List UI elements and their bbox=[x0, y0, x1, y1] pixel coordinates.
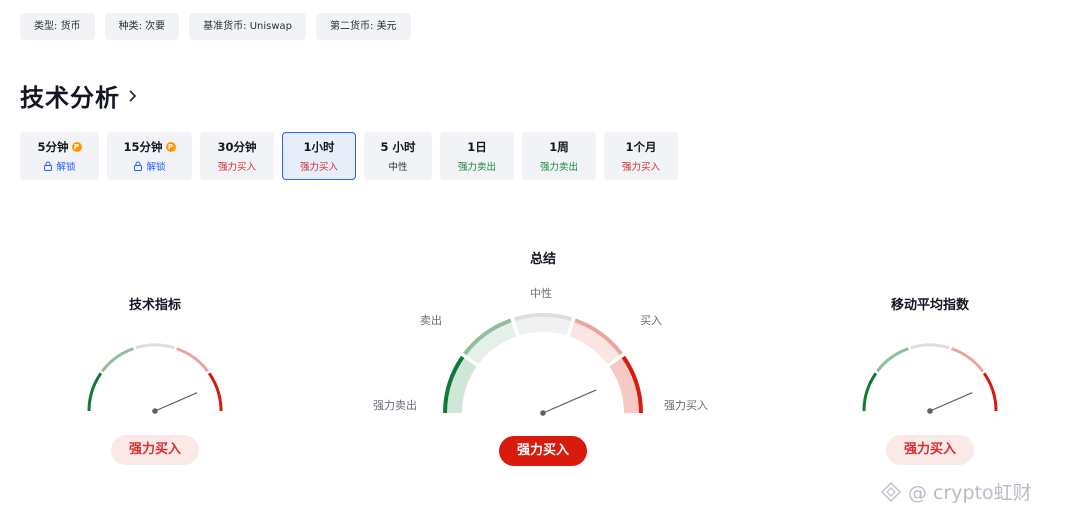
label-neutral: 中性 bbox=[530, 287, 552, 300]
label-strong-buy: 强力买入 bbox=[664, 399, 708, 412]
watermark: @ crypto虹财 bbox=[880, 478, 1032, 505]
tab-1day[interactable]: 1日 强力卖出 bbox=[440, 132, 514, 180]
tab-status: 解锁 bbox=[146, 162, 166, 173]
gauge-needle-hub bbox=[927, 408, 933, 414]
label-buy: 买入 bbox=[640, 314, 662, 327]
lock-icon bbox=[134, 161, 143, 171]
technical-gauge-title: 技术指标 bbox=[128, 298, 181, 313]
tab-1month[interactable]: 1个月 强力买入 bbox=[604, 132, 678, 180]
tab-1week[interactable]: 1周 强力卖出 bbox=[522, 132, 596, 180]
gauge-segment-buy bbox=[176, 347, 209, 373]
meta-chip-base-currency: 基准货币Uniswap bbox=[189, 13, 306, 40]
chevron-right-icon bbox=[129, 89, 137, 102]
tab-status: 中性 bbox=[388, 162, 408, 173]
moving-averages-gauge bbox=[862, 343, 998, 414]
gauge-needle-hub bbox=[152, 408, 158, 414]
technical-gauge bbox=[87, 343, 223, 414]
tab-label: 30分钟 bbox=[217, 140, 257, 154]
tab-label: 1日 bbox=[467, 140, 487, 154]
summary-gauge-panel: 总结 中性 卖出 买入 强力卖出 强力买入 强力买入 bbox=[362, 240, 724, 470]
gauge-segment-buy bbox=[951, 347, 984, 373]
timeframe-tabs: 5分钟 P 解锁 15分钟 P 解锁 30分钟 强力买入 1小时 强力买入 5 小时… bbox=[20, 132, 678, 180]
label-sell: 卖出 bbox=[420, 314, 442, 327]
tab-30min[interactable]: 30分钟 强力买入 bbox=[200, 132, 274, 180]
tab-label: 5 小时 bbox=[380, 140, 416, 154]
tab-label: 1小时 bbox=[303, 140, 335, 154]
tab-status: 强力卖出 bbox=[539, 162, 578, 173]
tab-label: 15分钟 bbox=[123, 140, 163, 154]
meta-chip-category: 种类次要 bbox=[104, 13, 180, 40]
tab-status: 强力买入 bbox=[621, 162, 660, 173]
meta-chips: 类型货币 种类次要 基准货币Uniswap 第二货币美元 bbox=[20, 13, 411, 40]
gauge-segment-neutral bbox=[135, 343, 175, 350]
meta-chip-quote-currency: 第二货币美元 bbox=[316, 13, 411, 40]
gauge-needle bbox=[542, 389, 597, 414]
gauge-segment-strong-sell bbox=[87, 372, 103, 412]
tab-15min[interactable]: 15分钟 P 解锁 bbox=[107, 132, 192, 180]
moving-averages-gauge-panel: 移动平均指数 强力买入 bbox=[850, 290, 1010, 470]
label-strong-sell: 强力卖出 bbox=[373, 399, 417, 412]
moving-averages-gauge-title: 移动平均指数 bbox=[890, 298, 969, 313]
gauge-needle-hub bbox=[540, 410, 546, 416]
moving-averages-result-badge: 强力买入 bbox=[886, 435, 974, 465]
gauge-segment-neutral bbox=[910, 343, 950, 350]
technical-indicators-gauge-panel: 技术指标 强力买入 bbox=[75, 290, 235, 470]
gauge-segment-strong-buy bbox=[982, 372, 998, 412]
gauge-segment-strong-buy bbox=[207, 372, 223, 412]
pro-badge-icon: P bbox=[71, 142, 82, 152]
summary-result-badge: 强力买入 bbox=[499, 436, 587, 466]
tab-1hour[interactable]: 1小时 强力买入 bbox=[282, 132, 356, 180]
lock-icon bbox=[44, 161, 53, 171]
section-title-link[interactable]: 技术分析 bbox=[20, 78, 140, 113]
tab-status: 强力买入 bbox=[217, 162, 256, 173]
gauge-segment-sell bbox=[876, 347, 909, 373]
technical-result-badge: 强力买入 bbox=[111, 435, 199, 465]
gauge-segment-sell bbox=[101, 347, 134, 373]
page-title: 技术分析 bbox=[20, 84, 120, 112]
tab-label: 1周 bbox=[549, 140, 569, 154]
gauge-segment-strong-sell bbox=[862, 372, 878, 412]
tab-5min[interactable]: 5分钟 P 解锁 bbox=[20, 132, 99, 180]
meta-chip-type: 类型货币 bbox=[20, 13, 95, 40]
tab-status: 强力卖出 bbox=[457, 162, 496, 173]
tab-label: 1个月 bbox=[625, 140, 657, 154]
tab-status: 解锁 bbox=[56, 162, 76, 173]
tab-status: 强力买入 bbox=[299, 162, 338, 173]
watermark-logo-icon bbox=[880, 481, 902, 502]
gauge-needle bbox=[929, 392, 973, 412]
pro-badge-icon: P bbox=[165, 142, 176, 152]
gauge-needle bbox=[154, 392, 198, 412]
summary-gauge-title: 总结 bbox=[529, 252, 556, 267]
watermark-text: @ crypto虹财 bbox=[908, 482, 1032, 504]
tab-5hour[interactable]: 5 小时 中性 bbox=[364, 132, 432, 180]
tab-label: 5分钟 bbox=[37, 140, 69, 154]
